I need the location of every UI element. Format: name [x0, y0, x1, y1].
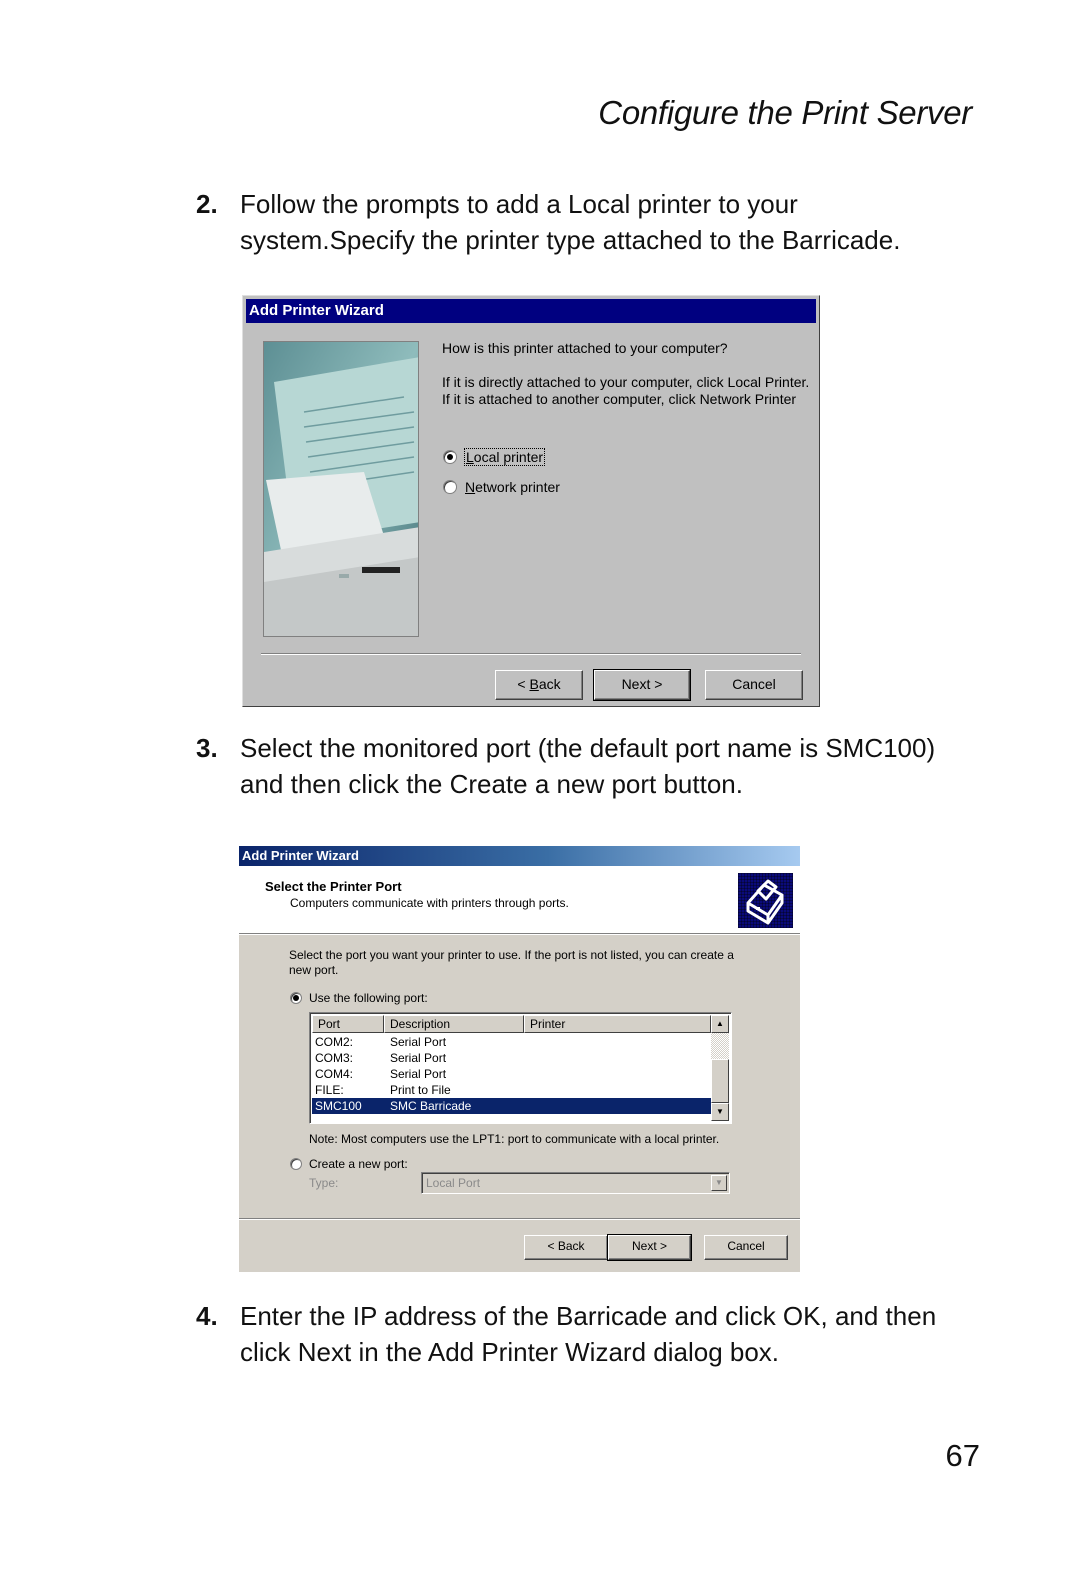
radio-button[interactable] [443, 450, 457, 464]
step-text: Follow the prompts to add a Local printe… [240, 189, 901, 255]
column-header-port[interactable]: Port [312, 1015, 384, 1033]
add-printer-wizard-dialog-2: Add Printer Wizard Select the Printer Po… [239, 846, 800, 1272]
accelerator-key: L [466, 449, 474, 465]
port-list[interactable]: Port Description Printer COM2: Serial Por… [309, 1012, 732, 1124]
step-text: Select the monitored port (the default p… [240, 733, 936, 799]
description-cell: Serial Port [390, 1067, 447, 1081]
step-number: 2. [196, 189, 218, 219]
description-cell: Serial Port [390, 1051, 447, 1065]
column-header-description[interactable]: Description [384, 1015, 524, 1033]
printer-icon [738, 873, 793, 928]
cancel-button[interactable]: Cancel [704, 1235, 788, 1260]
step-3: 3. Select the monitored port (the defaul… [196, 730, 986, 802]
cancel-button[interactable]: Cancel [705, 670, 803, 700]
table-row[interactable]: COM3: Serial Port [312, 1050, 711, 1066]
table-row[interactable]: COM4: Serial Port [312, 1066, 711, 1082]
vertical-scrollbar[interactable]: ▲ ▼ [711, 1015, 729, 1121]
port-note: Note: Most computers use the LPT1: port … [309, 1132, 720, 1146]
step-2: 2. Follow the prompts to add a Local pri… [196, 186, 986, 258]
port-list-header: Port Description Printer [312, 1015, 711, 1033]
scroll-up-arrow-icon[interactable]: ▲ [711, 1015, 729, 1033]
scroll-down-arrow-icon[interactable]: ▼ [711, 1103, 729, 1121]
port-cell: COM4: [315, 1067, 354, 1081]
scrollbar-thumb[interactable] [711, 1059, 729, 1103]
step-4: 4. Enter the IP address of the Barricade… [196, 1298, 986, 1370]
dialog-titlebar: Add Printer Wizard [239, 846, 800, 866]
printer-cell [527, 1034, 530, 1050]
port-cell: COM2: [315, 1035, 354, 1049]
next-button[interactable]: Next > [607, 1234, 692, 1261]
port-cell: FILE: [315, 1083, 344, 1097]
type-label: Type: [309, 1176, 339, 1190]
back-button[interactable]: < Back [495, 670, 583, 700]
back-button[interactable]: < Back [524, 1235, 608, 1260]
use-following-port-option[interactable]: Use the following port: [290, 991, 428, 1005]
chevron-down-icon[interactable]: ▼ [711, 1175, 727, 1191]
next-button[interactable]: Next > [593, 669, 691, 701]
dialog-titlebar: Add Printer Wizard [246, 299, 816, 323]
wizard-description: If it is directly attached to your compu… [442, 374, 810, 407]
printer-cell [527, 1050, 530, 1066]
option-label: Create a new port: [309, 1157, 408, 1171]
printer-photo-image [263, 341, 419, 637]
port-instructions: Select the port you want your printer to… [289, 948, 734, 977]
back-label: ack [538, 676, 561, 692]
column-header-printer[interactable]: Printer [524, 1015, 711, 1033]
port-type-select[interactable]: Local Port ▼ [421, 1172, 730, 1194]
add-printer-wizard-dialog-1: Add Printer Wizard How is this printer a… [242, 295, 820, 707]
description-cell: Serial Port [390, 1035, 447, 1049]
description-cell: SMC Barricade [390, 1099, 472, 1113]
selected-value: Local Port [426, 1176, 481, 1190]
port-cell: COM3: [315, 1051, 354, 1065]
radio-button[interactable] [443, 480, 457, 494]
create-new-port-option[interactable]: Create a new port: [290, 1157, 408, 1171]
printer-cell [527, 1082, 530, 1098]
wizard-question: How is this printer attached to your com… [442, 340, 728, 356]
accelerator-key: N [465, 479, 476, 495]
radio-button[interactable] [290, 992, 302, 1004]
running-head: Configure the Print Server [598, 94, 972, 131]
label-text: ocal printer [473, 449, 544, 465]
printer-cell [527, 1066, 530, 1082]
accelerator-key: B [529, 676, 539, 692]
local-printer-option[interactable]: Local printer [443, 448, 546, 466]
port-list-rows: COM2: Serial Port COM3: Serial Port COM4: S… [312, 1034, 711, 1114]
option-label: Use the following port: [309, 991, 428, 1005]
table-row[interactable]: COM2: Serial Port [312, 1034, 711, 1050]
wizard-header: Select the Printer Port Computers commun… [239, 866, 800, 935]
option-label: Network printer [465, 479, 560, 495]
label-text: etwork printer [475, 479, 560, 495]
radio-button[interactable] [290, 1158, 302, 1170]
step-number: 3. [196, 733, 218, 763]
table-row[interactable]: FILE: Print to File [312, 1082, 711, 1098]
separator [239, 1218, 800, 1220]
step-number: 4. [196, 1301, 218, 1331]
port-cell: SMC100 [315, 1099, 362, 1113]
step-text: Enter the IP address of the Barricade an… [240, 1301, 937, 1367]
option-label: Local printer [463, 448, 546, 466]
description-cell: Print to File [390, 1083, 451, 1097]
table-row-selected[interactable]: SMC100 SMC Barricade [312, 1098, 711, 1114]
network-printer-option[interactable]: Network printer [443, 479, 560, 495]
header-subtitle: Computers communicate with printers thro… [290, 896, 569, 910]
separator [261, 653, 801, 655]
printer-cell [527, 1098, 530, 1114]
header-title: Select the Printer Port [265, 879, 402, 894]
page-number: 67 [945, 1438, 980, 1473]
back-prefix: < [517, 676, 530, 692]
